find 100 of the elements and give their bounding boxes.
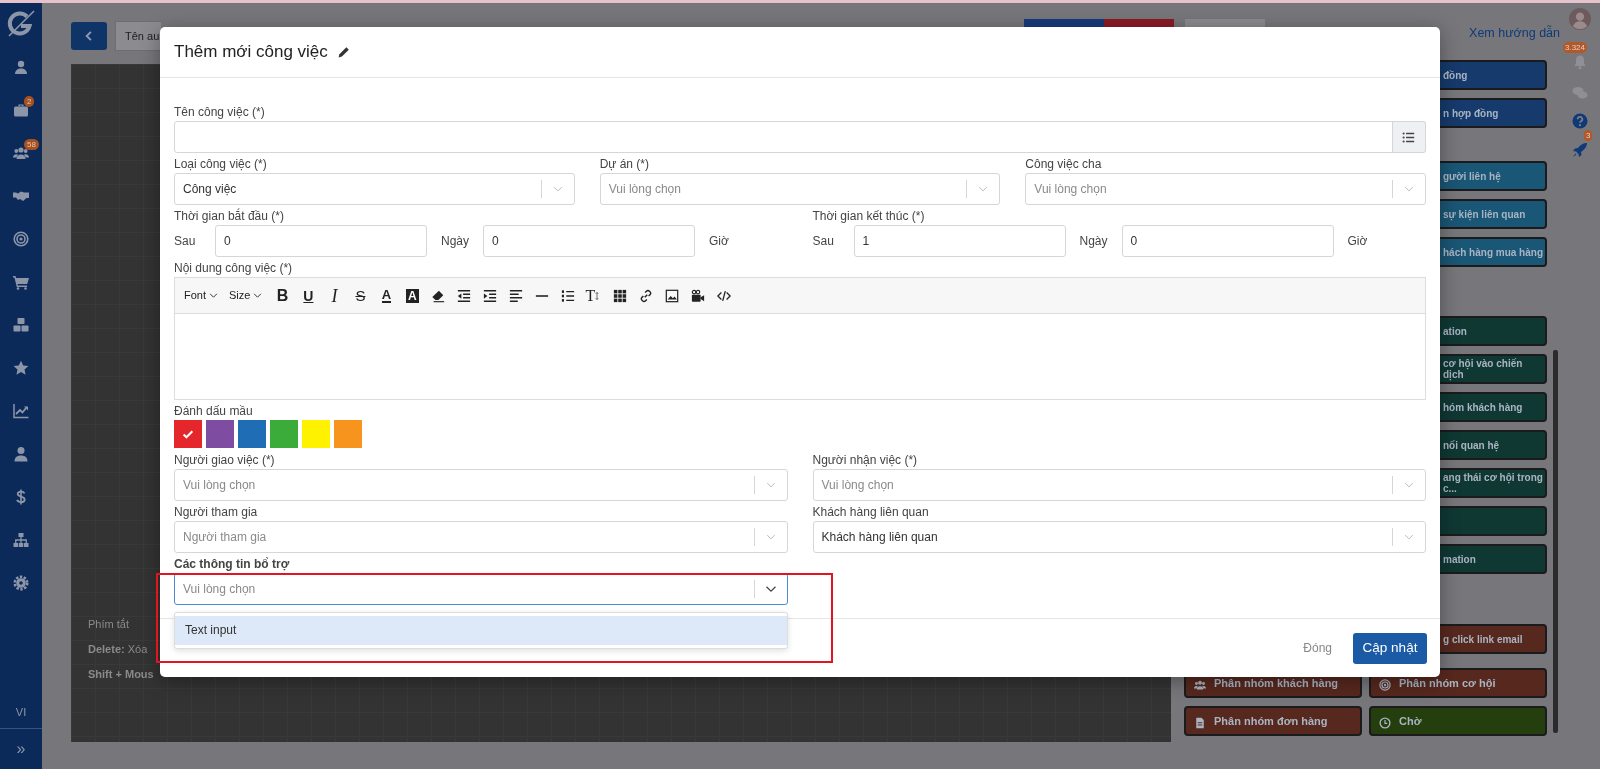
color-swatch[interactable] bbox=[334, 420, 362, 448]
video-icon[interactable] bbox=[691, 288, 706, 303]
select-field[interactable]: Khách hàng liên quan bbox=[812, 521, 1426, 553]
star-icon[interactable] bbox=[13, 359, 29, 376]
action-button[interactable]: hách hàng mua hàng bbox=[1440, 237, 1547, 267]
text-field[interactable] bbox=[174, 121, 1393, 153]
chart-icon[interactable] bbox=[13, 402, 29, 419]
image-icon[interactable] bbox=[665, 288, 680, 303]
dialog-title: Thêm mới công việc bbox=[174, 41, 328, 63]
color-swatch[interactable] bbox=[238, 420, 266, 448]
field-label: Dự án (*) bbox=[599, 156, 651, 173]
user-icon[interactable] bbox=[13, 58, 29, 75]
target-icon[interactable] bbox=[13, 230, 29, 247]
color-swatch[interactable] bbox=[302, 420, 330, 448]
field-label: Thời gian bắt đầu (*) bbox=[174, 208, 285, 225]
select-field[interactable]: Vui lòng chọn bbox=[599, 173, 1001, 205]
list-button[interactable] bbox=[1392, 121, 1426, 153]
number-field[interactable]: 1 bbox=[853, 225, 1066, 257]
action-label: Phân nhóm cơ hội bbox=[1399, 675, 1496, 691]
unit-label: Sau bbox=[812, 233, 835, 250]
unit-label: Ngày bbox=[1079, 233, 1108, 250]
action-button[interactable]: hóm khách hàng bbox=[1440, 392, 1547, 422]
chevron-icon bbox=[1404, 532, 1414, 542]
file-icon bbox=[1194, 717, 1206, 729]
select-field[interactable]: Vui lòng chọn bbox=[174, 573, 788, 605]
select-field[interactable]: Người tham gia bbox=[174, 521, 788, 553]
users-icon[interactable] bbox=[13, 144, 29, 161]
font-dropdown[interactable]: Font bbox=[180, 282, 222, 309]
logo-icon[interactable] bbox=[6, 9, 36, 39]
cart-icon[interactable] bbox=[13, 273, 29, 290]
submit-button[interactable]: Cập nhật bbox=[1353, 632, 1427, 664]
cubes-icon[interactable] bbox=[13, 316, 29, 333]
action-button[interactable]: ation bbox=[1440, 316, 1547, 346]
table-icon[interactable] bbox=[613, 288, 628, 303]
number-field[interactable]: 0 bbox=[215, 225, 427, 257]
field-label: Người tham gia bbox=[174, 504, 259, 521]
chevron-icon bbox=[978, 184, 989, 194]
action-button[interactable]: g click link email bbox=[1440, 624, 1547, 654]
action-button[interactable]: Phân nhóm đơn hàng bbox=[1184, 706, 1362, 736]
select-field[interactable]: Công việc bbox=[174, 173, 575, 205]
close-button[interactable]: Đóng bbox=[1303, 639, 1332, 657]
code-icon[interactable] bbox=[717, 288, 732, 303]
field-label: Người giao việc (*) bbox=[174, 452, 276, 469]
unit-label: Ngày bbox=[441, 233, 469, 250]
action-button[interactable]: mation bbox=[1440, 544, 1547, 574]
language-code: VI bbox=[15, 704, 27, 720]
color-swatch[interactable] bbox=[174, 420, 202, 448]
select-field[interactable]: Vui lòng chọn bbox=[1025, 173, 1426, 205]
field-label: Công việc cha bbox=[1025, 156, 1103, 173]
pencil-icon bbox=[336, 45, 350, 59]
eraser-icon[interactable] bbox=[431, 288, 446, 303]
count-badge: 3 bbox=[1584, 130, 1593, 141]
person-icon[interactable] bbox=[13, 445, 29, 462]
strikethrough-button[interactable]: S bbox=[347, 282, 374, 309]
color-swatch[interactable] bbox=[206, 420, 234, 448]
dollar-icon[interactable] bbox=[13, 488, 29, 505]
action-button[interactable]: đồng bbox=[1440, 60, 1547, 90]
outdent-icon[interactable] bbox=[457, 288, 472, 303]
ordered-list-icon[interactable] bbox=[561, 288, 576, 303]
link-icon[interactable] bbox=[639, 288, 654, 303]
chevron-icon bbox=[209, 291, 218, 300]
chevron-left-icon bbox=[83, 30, 95, 42]
number-field[interactable]: 0 bbox=[1121, 225, 1334, 257]
action-button[interactable]: Chờ bbox=[1369, 706, 1547, 736]
action-button[interactable]: nối quan hệ bbox=[1440, 430, 1547, 460]
help-icon[interactable] bbox=[1572, 113, 1588, 129]
align-left-icon[interactable] bbox=[509, 288, 524, 303]
action-button[interactable]: sự kiện liên quan bbox=[1440, 199, 1547, 229]
action-button[interactable]: n hợp đồng bbox=[1440, 98, 1547, 128]
bold-button[interactable]: B bbox=[269, 282, 296, 309]
name-field[interactable]: Tên au bbox=[115, 21, 161, 51]
chevron-icon bbox=[765, 480, 776, 490]
indent-icon[interactable] bbox=[483, 288, 498, 303]
field-label: Loại công việc (*) bbox=[174, 156, 268, 173]
underline-button[interactable]: U bbox=[295, 282, 322, 309]
action-button[interactable]: cơ hội vào chiến dịch bbox=[1440, 354, 1547, 384]
highlight-button[interactable]: A bbox=[399, 282, 426, 309]
count-badge: 2 bbox=[24, 96, 35, 107]
select-field[interactable]: Vui lòng chọn bbox=[812, 469, 1426, 501]
color-swatch[interactable] bbox=[270, 420, 298, 448]
rocket-icon[interactable] bbox=[1572, 142, 1588, 158]
clock-icon bbox=[1379, 717, 1391, 729]
number-field[interactable]: 0 bbox=[483, 225, 695, 257]
hierarchy-icon[interactable] bbox=[13, 531, 29, 548]
unit-label: Giờ bbox=[1347, 233, 1368, 250]
shortcut-text: Shift + Mous bbox=[88, 667, 154, 682]
settings-icon[interactable] bbox=[13, 574, 29, 591]
dropdown-option[interactable]: Text input bbox=[175, 616, 787, 645]
line-height-button[interactable]: T bbox=[581, 282, 608, 309]
action-button[interactable]: ang thái cơ hội trong c... bbox=[1440, 468, 1547, 498]
scrollbar[interactable] bbox=[1553, 350, 1558, 733]
italic-button[interactable]: I bbox=[321, 282, 348, 309]
select-field[interactable]: Vui lòng chọn bbox=[174, 469, 788, 501]
chevron-icon bbox=[552, 184, 563, 194]
expand-toggle[interactable]: » bbox=[16, 729, 26, 769]
size-dropdown[interactable]: Size bbox=[225, 282, 267, 309]
back-button[interactable] bbox=[71, 22, 107, 50]
chevron-icon bbox=[1404, 480, 1414, 490]
font-color-button[interactable]: A bbox=[373, 282, 400, 309]
action-button[interactable]: gười liên hệ bbox=[1440, 161, 1547, 191]
